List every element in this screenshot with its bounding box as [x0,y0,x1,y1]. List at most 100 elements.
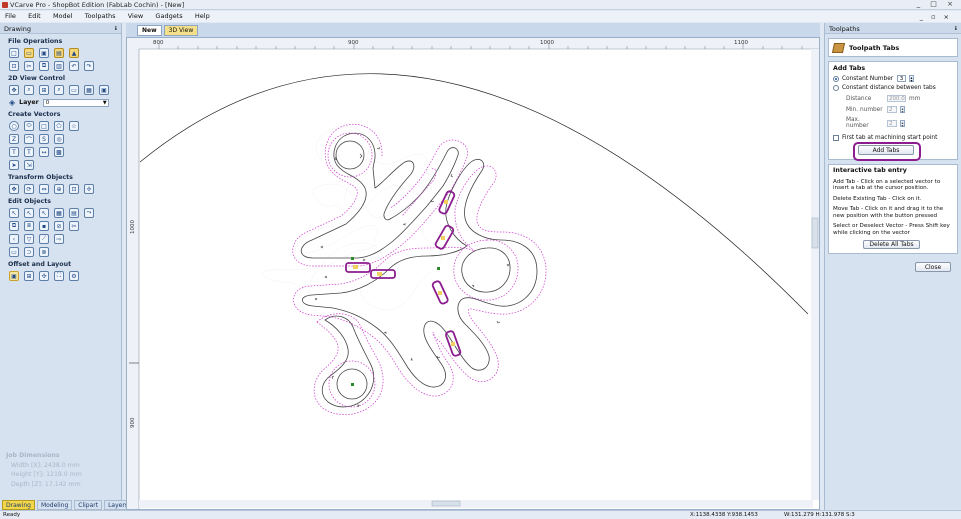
draw-polyline-icon[interactable]: Z [9,134,19,144]
weld-icon[interactable]: ⧉ [9,221,19,231]
array-copy-icon[interactable]: ⊞ [24,271,34,281]
select-icon[interactable]: ↖ [9,208,19,218]
window-controls[interactable]: _ □ × [917,0,957,8]
size-icon[interactable]: ⊡ [69,184,79,194]
copy-icon[interactable]: ⧉ [39,61,49,71]
draw-curve-icon[interactable]: S [39,134,49,144]
mdi-controls[interactable]: _ ▫ × [915,12,957,22]
pin-icon[interactable]: ᵻ [955,24,957,32]
min-number-stepper[interactable]: ▴ ▾ [900,106,905,114]
distance-input[interactable]: 200.0 [887,95,906,102]
new-file-icon[interactable]: □ [9,48,19,58]
toolpath-tabs[interactable] [345,190,462,357]
zoom-box-icon[interactable]: ⊞ [39,85,49,95]
rotate-icon[interactable]: ⟳ [24,184,34,194]
menu-gadgets[interactable]: Gadgets [150,11,187,21]
draw-arc-icon[interactable]: ⌒ [24,134,34,144]
constant-number-radio[interactable] [833,75,839,82]
circular-array-icon[interactable]: ✣ [39,271,49,281]
vertical-scroll-thumb[interactable] [811,217,819,249]
constant-number-stepper[interactable]: ▴ ▾ [909,75,914,83]
constant-distance-radio[interactable] [833,85,839,91]
node-edit-icon[interactable]: ➤ [9,160,19,170]
zoom-icon[interactable]: ⌕ [24,85,34,95]
intersect-icon[interactable]: ▪ [39,221,49,231]
subtract-icon[interactable]: ⧈ [24,221,34,231]
mirror-icon[interactable]: ⇔ [39,184,49,194]
text-on-curve-icon[interactable]: T [24,147,34,157]
nest-parts-icon[interactable]: ⚙ [69,271,79,281]
draw-circle-icon[interactable]: ○ [9,121,19,131]
ungroup-icon[interactable]: ▤ [69,208,79,218]
node-select-icon[interactable]: ↖ [24,208,34,218]
delete-all-tabs-button[interactable]: Delete All Tabs [863,240,920,249]
draw-polygon-icon[interactable]: ⬠ [54,121,64,131]
close-vector-icon[interactable]: ⊃ [24,247,34,257]
menu-help[interactable]: Help [190,11,215,21]
menu-file[interactable]: File [0,11,21,21]
draw-spiral-icon[interactable]: ◎ [54,134,64,144]
max-number-stepper[interactable]: ▴ ▾ [900,119,905,127]
trim-icon[interactable]: ⊘ [54,221,64,231]
snowflake-outline[interactable] [300,132,538,408]
vertical-scrollbar[interactable] [811,49,819,500]
dogbone-icon[interactable]: ⋑ [39,247,49,257]
horizontal-scroll-thumb[interactable] [431,500,461,507]
menu-view[interactable]: View [123,11,148,21]
canvas-svg[interactable]: 800 900 1000 1100 1000 900 [127,38,819,509]
drawing-canvas[interactable]: 800 900 1000 1100 1000 900 [126,37,820,510]
horizontal-scrollbar[interactable] [139,500,813,508]
import-icon[interactable]: ▤ [54,48,64,58]
import-bitmap-icon[interactable]: ▲ [69,48,79,58]
move-icon[interactable]: ✥ [9,184,19,194]
add-tabs-button[interactable]: Add Tabs [853,142,921,161]
view-toggle-icon[interactable]: ▣ [99,85,109,95]
undo-icon[interactable]: ↶ [69,61,79,71]
tab-3d-view[interactable]: 3D View [163,25,199,36]
view-material-icon[interactable]: ▭ [69,85,79,95]
close-button[interactable]: Close [915,262,951,272]
nest-icon[interactable]: ⛶ [54,271,64,281]
menu-edit[interactable]: Edit [23,11,46,21]
redo-icon[interactable]: ↷ [84,61,94,71]
save-icon[interactable]: ▣ [39,48,49,58]
pan-icon[interactable]: ✥ [9,85,19,95]
draw-rectangle-icon[interactable]: □ [39,121,49,131]
arrow-icon[interactable]: ⇨ [54,234,64,244]
max-number-input[interactable]: 2 [887,119,897,127]
constant-number-input[interactable]: 3 [897,75,906,82]
offset-icon[interactable]: ▣ [9,271,19,281]
tab-new[interactable]: New [137,25,162,36]
line-icon[interactable]: ⟋ [39,234,49,244]
tab-clipart[interactable]: Clipart [74,500,103,510]
dimension-icon[interactable]: ↔ [39,147,49,157]
fillet-icon[interactable]: ▽ [24,234,34,244]
scissors-icon[interactable]: ✂ [69,221,79,231]
pin-icon[interactable]: ᵻ [115,24,117,32]
smooth-icon[interactable]: ▭ [9,247,19,257]
first-tab-checkbox[interactable] [833,135,839,141]
cut-icon[interactable]: ✂ [24,61,34,71]
open-file-icon[interactable]: ▭ [24,48,34,58]
align-icon[interactable]: ⊕ [54,184,64,194]
tab-modeling[interactable]: Modeling [36,500,73,510]
paste-icon[interactable]: ▥ [54,61,64,71]
transform-select-icon[interactable]: ↖ [39,208,49,218]
group-icon[interactable]: ▦ [54,208,64,218]
draw-ellipse-icon[interactable]: ⬭ [24,121,34,131]
zoom-extents-icon[interactable]: ⌕ [54,85,64,95]
measure-icon[interactable]: ⇲ [24,160,34,170]
trace-bitmap-icon[interactable]: ▩ [54,147,64,157]
menu-toolpaths[interactable]: Toolpaths [80,11,121,21]
menu-model[interactable]: Model [48,11,78,21]
min-number-input[interactable]: 2 [887,106,897,113]
snowflake-vector[interactable] [262,126,537,381]
join-icon[interactable]: ⤳ [84,208,94,218]
view-grid-icon[interactable]: ▦ [84,85,94,95]
job-setup-icon[interactable]: ⊡ [9,61,19,71]
tab-drawing[interactable]: Drawing [2,500,35,510]
layer-select[interactable]: 0 ▼ [42,98,109,107]
text-icon[interactable]: T [9,147,19,157]
distort-icon[interactable]: ✢ [84,184,94,194]
draw-star-icon[interactable]: ☆ [69,121,79,131]
